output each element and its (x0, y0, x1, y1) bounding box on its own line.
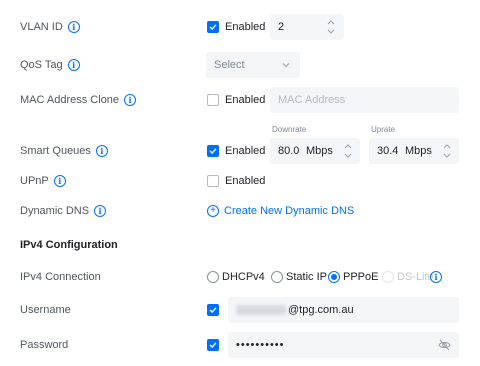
radio-static-ip-label: Static IP (286, 271, 327, 283)
info-icon[interactable]: i (53, 175, 66, 187)
upnp-label: UPnP i (20, 173, 66, 189)
username-label: Username (20, 304, 71, 316)
mac-enabled-checkbox[interactable] (207, 94, 219, 106)
password-checkbox[interactable] (207, 339, 219, 351)
create-ddns-link[interactable]: + Create New Dynamic DNS (207, 203, 354, 219)
qos-tag-label: QoS Tag i (20, 57, 80, 73)
radio-ds-lite-label: DS-Lite (397, 271, 434, 283)
radio-ds-lite (382, 271, 394, 283)
stepper-icon[interactable] (326, 17, 336, 37)
mac-enabled-label: Enabled (225, 94, 266, 106)
smart-queues-enabled-label: Enabled (225, 145, 266, 157)
mac-address-input[interactable]: MAC Address (270, 87, 459, 113)
radio-pppoe[interactable] (328, 271, 340, 283)
info-icon[interactable]: i (94, 205, 107, 217)
radio-pppoe-label: PPPoE (343, 271, 379, 283)
info-icon[interactable]: i (124, 94, 137, 106)
vlan-enabled-label: Enabled (225, 21, 266, 33)
username-checkbox[interactable] (207, 304, 219, 316)
check-icon (209, 307, 217, 313)
stepper-icon[interactable] (442, 141, 452, 161)
mac-clone-label: MAC Address Clone i (20, 92, 137, 108)
upnp-checkbox[interactable] (207, 175, 219, 187)
ipv4-section-title: IPv4 Configuration (20, 239, 118, 251)
qos-tag-select[interactable]: Select (206, 52, 300, 78)
downrate-label: Downrate (272, 125, 307, 134)
uprate-input[interactable]: 30.4 Mbps (369, 138, 459, 164)
smart-queues-label: Smart Queues i (20, 143, 108, 159)
smart-queues-checkbox[interactable] (207, 145, 219, 157)
redacted-username (236, 305, 286, 315)
stepper-icon[interactable] (343, 141, 353, 161)
check-icon (209, 342, 217, 348)
vlan-id-input[interactable]: 2 (270, 14, 344, 40)
plus-circle-icon: + (207, 205, 219, 217)
ipv4-connection-label: IPv4 Connection (20, 271, 101, 283)
password-input[interactable]: •••••••••• (228, 332, 459, 358)
dynamic-dns-label: Dynamic DNS i (20, 203, 107, 219)
radio-dhcpv4[interactable] (207, 271, 219, 283)
info-icon[interactable]: i (95, 145, 108, 157)
vlan-enabled-checkbox[interactable] (207, 21, 219, 33)
username-input[interactable]: @tpg.com.au (228, 297, 459, 323)
info-icon[interactable]: i (67, 21, 80, 33)
info-icon[interactable]: i (67, 59, 80, 71)
chevron-down-icon (282, 63, 290, 68)
info-icon[interactable]: i (430, 271, 442, 283)
vlan-id-label: VLAN ID i (20, 19, 80, 35)
downrate-input[interactable]: 80.0 Mbps (270, 138, 360, 164)
check-icon (209, 148, 217, 154)
radio-dhcpv4-label: DHCPv4 (222, 271, 265, 283)
upnp-enabled-label: Enabled (225, 175, 266, 187)
check-icon (209, 24, 217, 30)
eye-off-icon[interactable] (438, 339, 451, 351)
uprate-label: Uprate (371, 125, 396, 134)
password-label: Password (20, 339, 69, 351)
radio-static-ip[interactable] (271, 271, 283, 283)
